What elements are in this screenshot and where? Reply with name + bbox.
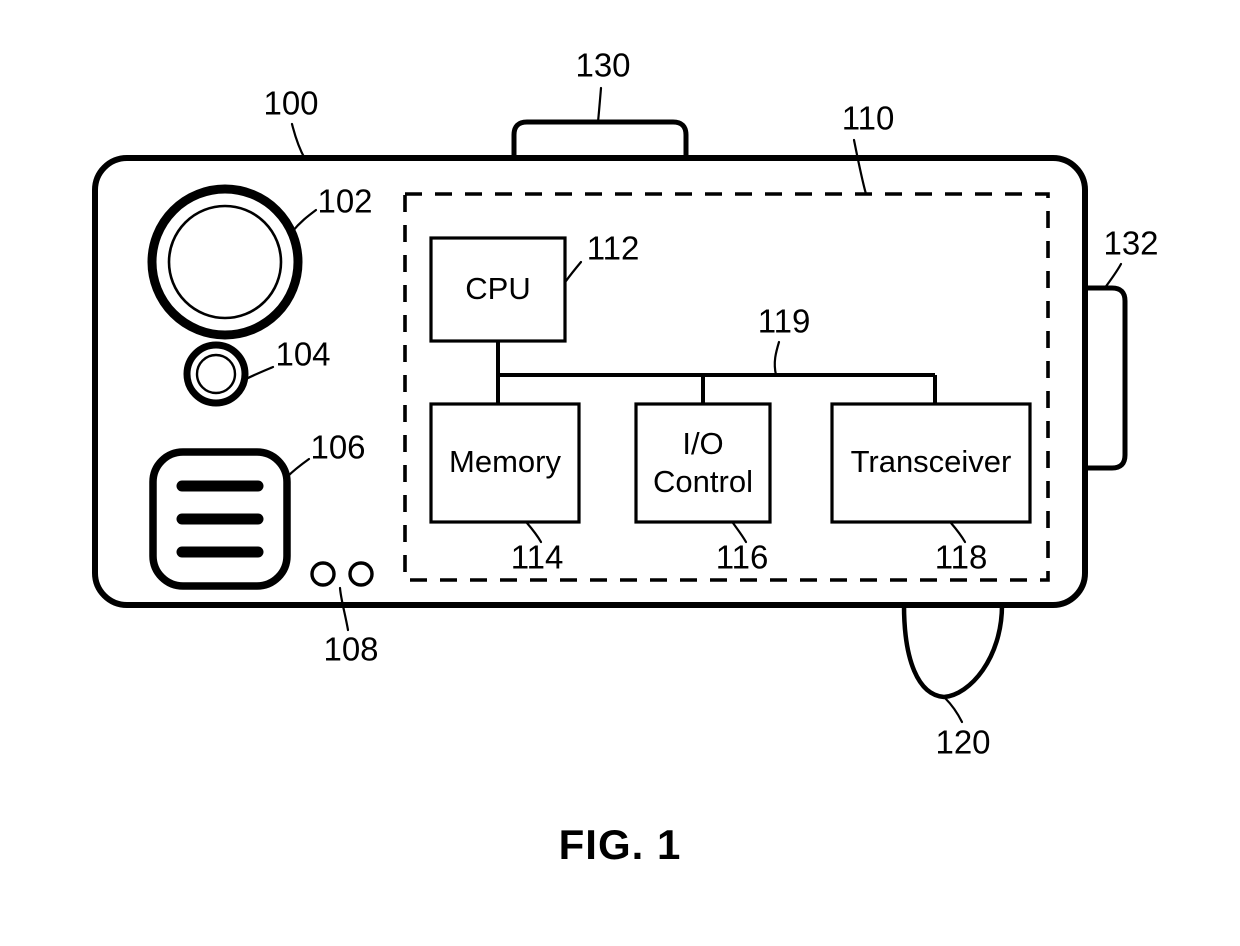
ref-num-112: 112 [587, 230, 640, 267]
leader-130 [596, 86, 603, 124]
block-io-control[interactable] [634, 402, 772, 524]
figure-canvas: CPU Memory I/O Control Transceiver 100 1… [92, 47, 1159, 868]
ref-num-104: 104 [275, 336, 330, 373]
ref-num-108: 108 [323, 631, 378, 668]
ref-num-102: 102 [317, 183, 372, 220]
ref-num-119: 119 [758, 303, 811, 340]
leader-120 [943, 696, 964, 724]
ref-num-120: 120 [935, 724, 990, 761]
block-transceiver-label: Transceiver [851, 444, 1012, 479]
leader-132 [1102, 262, 1123, 291]
side-connector-tab [1082, 285, 1128, 471]
block-io-control-label-line2: Control [653, 464, 753, 499]
ref-num-130: 130 [575, 47, 630, 84]
patent-figure: CPU Memory I/O Control Transceiver 100 1… [0, 0, 1240, 946]
block-memory-label: Memory [449, 444, 561, 479]
ref-num-116: 116 [716, 539, 769, 576]
small-ring-inner [195, 353, 237, 395]
ref-num-118: 118 [935, 539, 988, 576]
ref-num-132: 132 [1103, 225, 1158, 262]
indicator-dot-right [348, 561, 374, 587]
indicator-dot-left [310, 561, 336, 587]
leader-100 [290, 122, 307, 161]
ref-num-110: 110 [842, 100, 895, 137]
antenna-shape [901, 604, 1005, 700]
ref-num-100: 100 [263, 85, 318, 122]
figure-caption: FIG. 1 [559, 821, 682, 868]
ref-num-114: 114 [511, 539, 564, 576]
block-cpu-label: CPU [465, 271, 530, 306]
large-ring-inner [167, 204, 283, 320]
ref-num-106: 106 [310, 429, 365, 466]
block-io-control-label-line1: I/O [682, 426, 723, 461]
